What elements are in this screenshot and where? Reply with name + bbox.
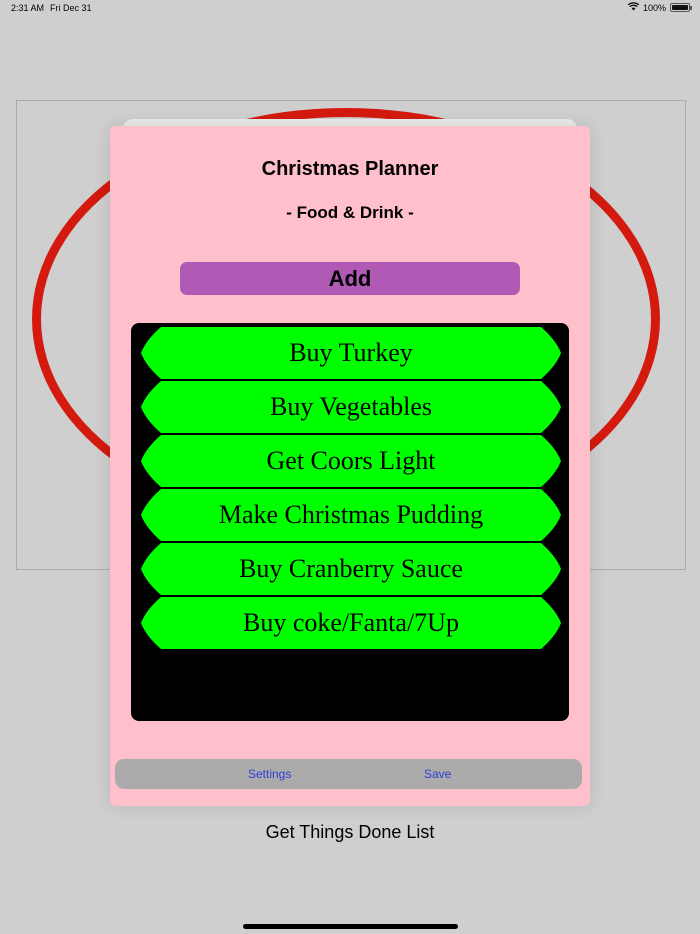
footer-title: Get Things Done List (265, 822, 435, 842)
list-item-label: Buy coke/Fanta/7Up (243, 608, 459, 637)
battery-percent: 100% (642, 2, 666, 13)
list-item-label: Buy Turkey (289, 338, 413, 367)
status-indicators: 100% (627, 2, 692, 13)
list-item[interactable]: Get Coors Light (141, 435, 561, 487)
page-subtitle: - Food & Drink - (286, 203, 414, 222)
home-indicator[interactable] (243, 924, 458, 929)
list-item-label: Get Coors Light (266, 446, 436, 475)
status-time: 2:31 AM (11, 3, 45, 13)
status-bar: 2:31 AM Fri Dec 31 100% (0, 0, 700, 18)
list-item-label: Buy Vegetables (270, 392, 432, 421)
battery-icon (670, 3, 692, 12)
add-button[interactable]: Add (180, 262, 520, 295)
list-item[interactable]: Make Christmas Pudding (141, 489, 561, 541)
list-item[interactable]: Buy Turkey (141, 327, 561, 379)
list-item[interactable]: Buy Cranberry Sauce (141, 543, 561, 595)
list-item-label: Make Christmas Pudding (218, 500, 484, 529)
wifi-icon (627, 2, 640, 13)
list-item[interactable]: Buy coke/Fanta/7Up (141, 597, 561, 649)
bottom-toolbar: Settings Save (115, 759, 582, 789)
page-title: Christmas Planner (261, 158, 439, 180)
status-date: Fri Dec 31 (50, 3, 92, 13)
list-item-label: Buy Cranberry Sauce (239, 554, 463, 583)
save-button[interactable]: Save (424, 767, 451, 781)
settings-button[interactable]: Settings (248, 767, 291, 781)
list-item[interactable]: Buy Vegetables (141, 381, 561, 433)
